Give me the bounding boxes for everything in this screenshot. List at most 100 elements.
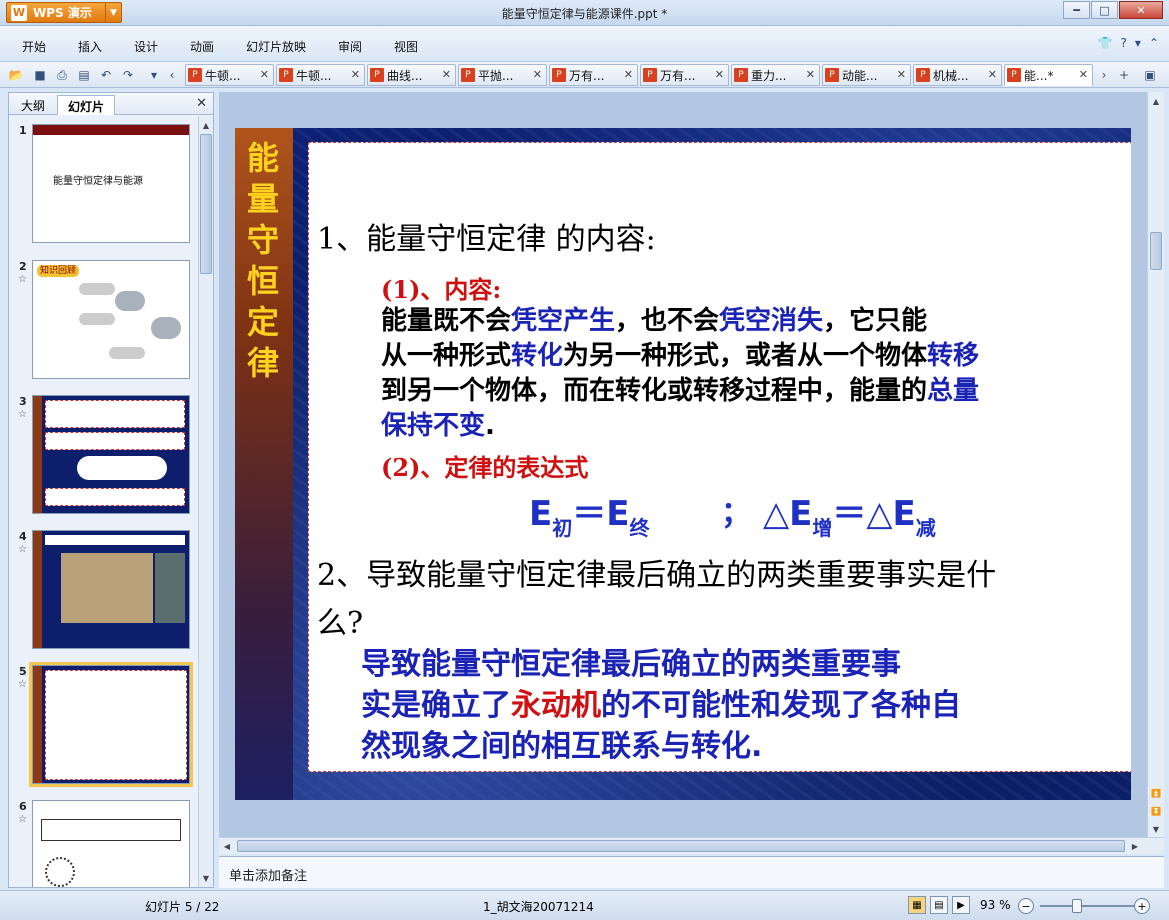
tab-list-icon[interactable]: ▣ [1142, 67, 1158, 83]
slide-thumbnail[interactable] [32, 395, 190, 514]
maximize-button[interactable]: □ [1091, 1, 1118, 19]
close-tab-icon[interactable]: ✕ [533, 68, 542, 81]
menu-view[interactable]: 视图 [394, 38, 418, 55]
doc-tab[interactable]: P 重力... ✕ [731, 64, 820, 86]
zoom-level: 93 % [980, 898, 1011, 912]
ppt-file-icon: P [279, 68, 293, 82]
formula-left: E初＝E终 [529, 494, 650, 540]
print-preview-icon[interactable]: ▤ [76, 67, 92, 83]
close-tab-icon[interactable]: ✕ [442, 68, 451, 81]
scroll-tabs-right-icon[interactable]: › [1096, 67, 1112, 83]
thumbnail-list: 1 能量守恒定律与能源 2 ☆ 知识回顾 3 ☆ 4 ☆ 5 ☆ 6 ☆ [9, 116, 199, 887]
thumbnail-scrollbar[interactable]: ▲ ▼ [198, 116, 213, 887]
slide-thumbnail[interactable] [32, 800, 190, 887]
thumbnail-number: 1 [19, 124, 27, 137]
scroll-thumb[interactable] [200, 134, 212, 274]
menu-home[interactable]: 开始 [22, 38, 46, 55]
editor-horizontal-scrollbar[interactable]: ◀ ▶ [219, 837, 1164, 854]
question-2-line-1: 2、导致能量守恒定律最后确立的两类重要事实是什 [317, 558, 997, 593]
tab-outline[interactable]: 大纲 [11, 95, 55, 115]
animation-star-icon: ☆ [18, 814, 27, 825]
notes-placeholder[interactable]: 单击添加备注 [229, 865, 307, 884]
menu-review[interactable]: 审阅 [338, 38, 362, 55]
scroll-up-icon[interactable]: ▲ [1150, 94, 1162, 108]
scroll-down-icon[interactable]: ▼ [200, 871, 212, 885]
notes-pane[interactable]: 单击添加备注 [219, 856, 1164, 888]
next-slide-icon[interactable]: ⏬ [1150, 804, 1162, 818]
doc-tab[interactable]: P 平抛... ✕ [458, 64, 547, 86]
animation-star-icon: ☆ [18, 409, 27, 420]
open-icon[interactable]: 📂 [8, 67, 24, 83]
status-bar: 幻灯片 5 / 22 1_胡文海20071214 ▦ ▤ ▶ 93 % − + [0, 890, 1169, 920]
menu-insert[interactable]: 插入 [78, 38, 102, 55]
scroll-up-icon[interactable]: ▲ [200, 118, 212, 132]
previous-slide-icon[interactable]: ⏫ [1150, 786, 1162, 800]
ppt-file-icon: P [461, 68, 475, 82]
minimize-button[interactable]: ━ [1063, 1, 1090, 19]
scroll-thumb[interactable] [1150, 232, 1162, 270]
scroll-down-icon[interactable]: ▼ [1150, 822, 1162, 836]
close-tab-icon[interactable]: ✕ [715, 68, 724, 81]
close-icon[interactable]: ✕ [196, 96, 207, 111]
editor-vertical-scrollbar[interactable]: ▲ ⏫ ⏬ ▼ [1147, 92, 1164, 837]
normal-view-icon[interactable]: ▦ [908, 896, 926, 914]
doc-tab[interactable]: P 牛顿... ✕ [276, 64, 365, 86]
menu-slideshow[interactable]: 幻灯片放映 [246, 38, 306, 55]
new-tab-icon[interactable]: + [1116, 67, 1132, 83]
animation-star-icon: ☆ [18, 274, 27, 285]
save-icon[interactable]: ■ [32, 67, 48, 83]
slide-thumbnail[interactable] [32, 530, 190, 649]
zoom-in-button[interactable]: + [1134, 898, 1150, 914]
doc-tab[interactable]: P 万有... ✕ [549, 64, 638, 86]
close-tab-icon[interactable]: ✕ [897, 68, 906, 81]
slides-pane: 大纲 幻灯片 ✕ 1 能量守恒定律与能源 2 ☆ 知识回顾 3 ☆ 4 ☆ 5 … [8, 92, 214, 888]
formula-separator: ； [721, 496, 751, 531]
close-tab-icon[interactable]: ✕ [806, 68, 815, 81]
slide-sorter-icon[interactable]: ▤ [930, 896, 948, 914]
doc-tab[interactable]: P 万有... ✕ [640, 64, 729, 86]
customize-toolbar-icon[interactable]: ▾ [146, 67, 162, 83]
skin-icon[interactable]: 👕 [1098, 36, 1113, 50]
slide-thumbnail-selected[interactable] [29, 662, 193, 787]
animation-star-icon: ☆ [18, 544, 27, 555]
question-1: 1、能量守恒定律 的内容: [317, 222, 656, 257]
chevron-down-icon[interactable]: ▾ [1135, 36, 1141, 50]
banner-title: 能 量 守 恒 定 律 [246, 139, 279, 382]
answer-line-1: 导致能量守恒定律最后确立的两类重要事 [361, 647, 901, 682]
slide-counter: 幻灯片 5 / 22 [145, 900, 220, 914]
doc-tab[interactable]: P 曲线... ✕ [367, 64, 456, 86]
ppt-file-icon: P [1007, 68, 1021, 82]
zoom-slider[interactable] [1040, 905, 1140, 907]
zoom-out-button[interactable]: − [1018, 898, 1034, 914]
redo-icon[interactable]: ↷ [120, 67, 136, 83]
close-button[interactable]: ✕ [1119, 1, 1163, 19]
slide-canvas[interactable]: 能 量 守 恒 定 律 1、能量守恒定律 的内容: (1)、内容: 能量既不会凭… [235, 128, 1131, 800]
tab-slides[interactable]: 幻灯片 [57, 95, 116, 115]
close-tab-icon[interactable]: ✕ [624, 68, 633, 81]
doc-tab[interactable]: P 牛顿... ✕ [185, 64, 274, 86]
answer-text: 导致能量守恒定律最后确立的两类重要事 实是确立了永动机的不可能性和发现了各种自 … [361, 644, 1101, 767]
menu-design[interactable]: 设计 [134, 38, 158, 55]
scroll-tabs-left-icon[interactable]: ‹ [164, 67, 180, 83]
scroll-right-icon[interactable]: ▶ [1129, 839, 1141, 853]
print-icon[interactable]: ⎙ [54, 67, 70, 83]
doc-tab[interactable]: P 动能... ✕ [822, 64, 911, 86]
collapse-ribbon-icon[interactable]: ⌃ [1149, 36, 1159, 50]
close-tab-icon[interactable]: ✕ [1079, 68, 1088, 81]
menu-animation[interactable]: 动画 [190, 38, 214, 55]
undo-icon[interactable]: ↶ [98, 67, 114, 83]
zoom-slider-handle[interactable] [1072, 899, 1082, 913]
scroll-left-icon[interactable]: ◀ [221, 839, 233, 853]
slide-thumbnail[interactable]: 知识回顾 [32, 260, 190, 379]
doc-tab[interactable]: P 机械... ✕ [913, 64, 1002, 86]
close-tab-icon[interactable]: ✕ [351, 68, 360, 81]
close-tab-icon[interactable]: ✕ [988, 68, 997, 81]
question-2-line-2: 么? [317, 606, 364, 641]
thumbnail-number: 6 [19, 800, 27, 813]
scroll-thumb[interactable] [237, 840, 1125, 852]
doc-tab-active[interactable]: P 能...* ✕ [1004, 64, 1093, 86]
close-tab-icon[interactable]: ✕ [260, 68, 269, 81]
help-icon[interactable]: ? [1121, 36, 1127, 50]
slideshow-icon[interactable]: ▶ [952, 896, 970, 914]
slide-thumbnail[interactable]: 能量守恒定律与能源 [32, 124, 190, 243]
